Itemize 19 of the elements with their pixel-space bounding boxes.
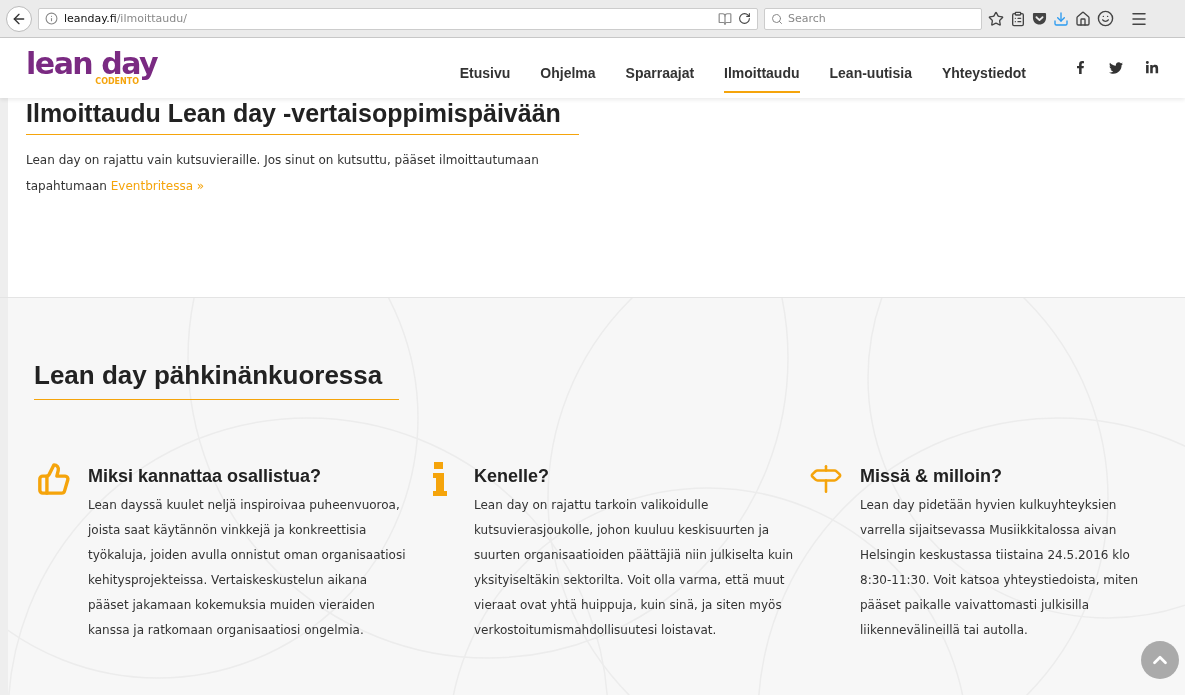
nav-link[interactable]: Ilmoittaudu <box>724 55 800 93</box>
feature-text: Lean day pidetään hyvien kulkuyhteyksien varrella sijaitsevassa Musiikkitalossa aivan Helsingin keskustassa tiistaina 24.5.2016 klo 8:30-11:30. Voit katsoa yhteystiedoista, miten pääset paikalle vaivattomasti julkisilla liikennevälineillä tai autolla. <box>860 497 1140 639</box>
feature-text: Lean day on rajattu tarkoin valikoidulle kutsuvierasjoukolle, johon kuuluu keskisuurten ja suurten organisaatioiden päättäjiä niin julkiselta kuin yksityiseltäkin sektorilta. Voit olla varma, että muut vieraat ovat yhtä huippuja, kuin sinä, ja siten myös verkostoitumismahdollisuutesi loistavat. <box>474 497 795 639</box>
intro-text: Lean day on rajattu vain kutsuvieraille. Jos sinut on kutsuttu, pääset ilmoittautumaan tapahtumaan Eventbritessa » <box>26 152 540 195</box>
section-title: Lean day pähkinänkuoressa <box>34 360 399 400</box>
nav-link[interactable]: Ohjelma <box>540 55 596 93</box>
url-text: leanday.fi/ilmoittaudu/ <box>64 12 188 25</box>
nav-link[interactable]: Yhteystiedot <box>942 55 1026 93</box>
nav-link[interactable]: Sparraajat <box>625 55 695 93</box>
search-field[interactable]: Search <box>764 7 982 30</box>
logo[interactable]: lean day CODENTO <box>26 50 158 86</box>
page-title: Ilmoittaudu Lean day -vertaisoppimispäivään <box>26 98 579 135</box>
feature-text: Lean dayssä kuulet neljä inspiroivaa puheenvuoroa, joista saat käytännön vinkkejä ja konkreettisia työkaluja, joiden avulla onnistut oman organisaatiosi kehitysprojekteissa. Vertaiskeskustelun aikana pääset jakamaan kokemuksia muiden vieraiden kanssa ja ratkomaan organisaatiosi ongelmia. <box>88 497 407 639</box>
nav-link[interactable]: Etusivu <box>459 55 511 93</box>
feature-title: Miksi kannattaa osallistua? <box>88 466 323 487</box>
nav-link[interactable]: Lean-uutisia <box>829 55 912 93</box>
address-bar[interactable]: leanday.fi/ilmoittaudu/ <box>38 7 758 30</box>
feature-title: Kenelle? <box>474 466 551 487</box>
feature-title: Missä & milloin? <box>860 466 1004 487</box>
